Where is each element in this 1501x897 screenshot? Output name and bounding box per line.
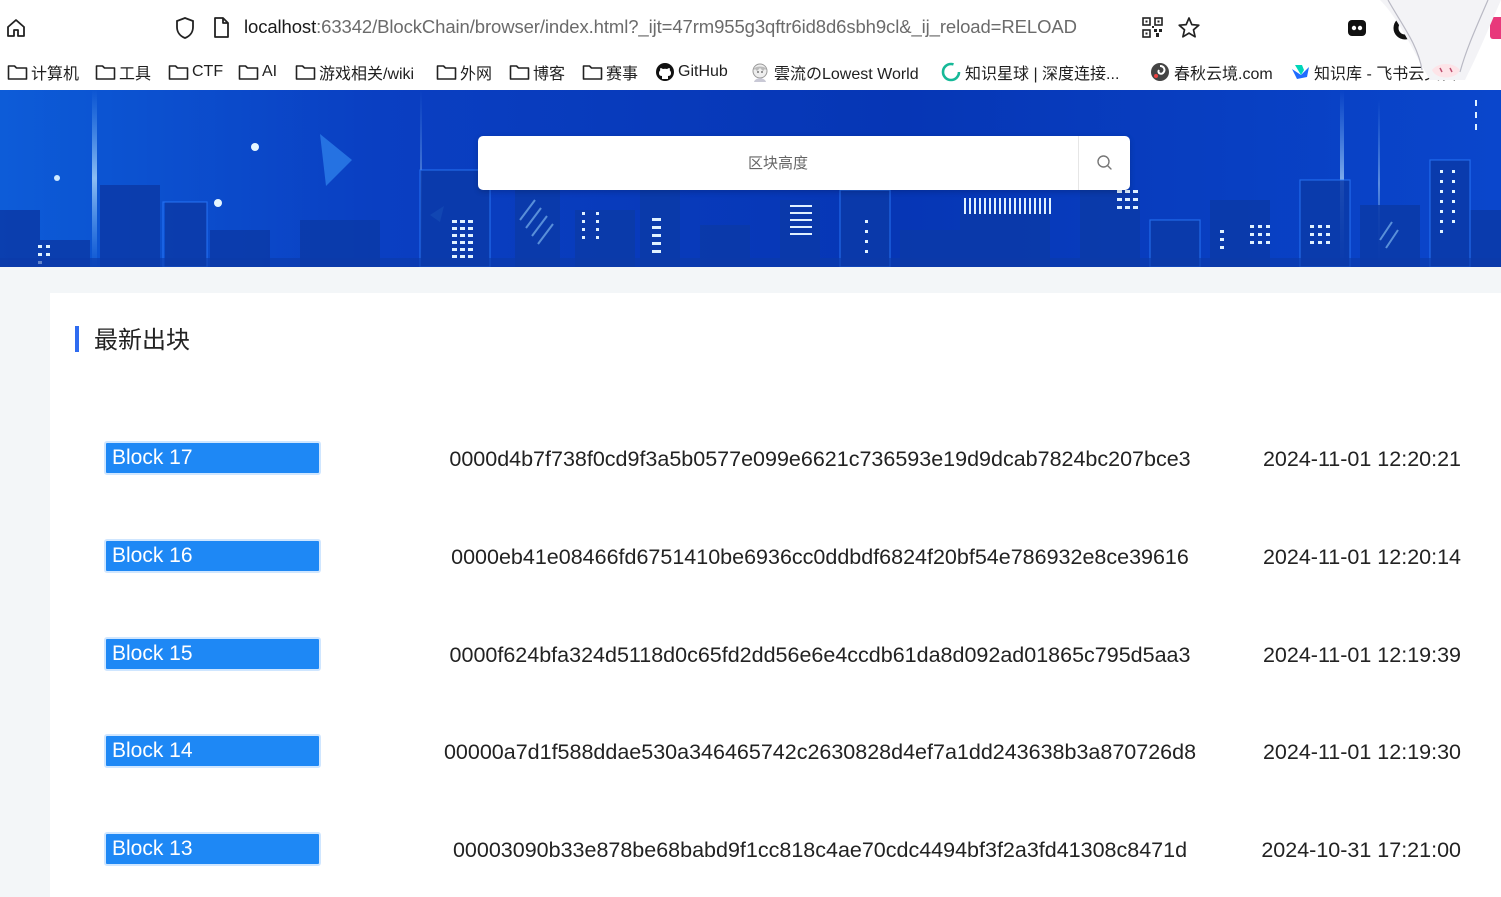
- bookmark-ichunqiu[interactable]: 春秋云境.com: [1149, 60, 1273, 84]
- block-hash: 00003090b33e878be68babd9f1cc818c4ae70cdc…: [452, 838, 1188, 862]
- bookmark-label: CTF: [192, 63, 224, 80]
- bookmark-label: 外网: [460, 66, 493, 83]
- url-host: localhost: [244, 16, 317, 37]
- folder-icon: [7, 65, 28, 80]
- github-icon: [656, 63, 674, 81]
- bookmark-label: GitHub: [678, 63, 728, 80]
- page-icon[interactable]: [211, 16, 231, 40]
- block-button[interactable]: Block 14: [104, 734, 321, 768]
- bookmark-folder-contests[interactable]: 赛事: [582, 60, 638, 84]
- feishu-icon: [1292, 65, 1309, 79]
- folder-icon: [168, 65, 189, 80]
- block-timestamp: 2024-11-01 12:19:39: [1262, 643, 1461, 667]
- search-button[interactable]: [1078, 136, 1131, 190]
- folder-icon: [238, 65, 259, 80]
- folder-icon: [295, 65, 316, 80]
- bookmark-label: 游戏相关/wiki: [319, 66, 415, 83]
- bookmark-label: 春秋云境.com: [1174, 66, 1273, 83]
- block-button[interactable]: Block 13: [104, 832, 321, 866]
- block-row: Block 17 0000d4b7f738f0cd9f3a5b0577e099e…: [50, 440, 1501, 480]
- bookmark-label: 雲流のLowest World: [774, 66, 919, 83]
- bookmark-zsxq[interactable]: 知识星球 | 深度连接...: [940, 60, 1119, 84]
- block-height-search-input[interactable]: [478, 136, 1078, 190]
- bookmarks-bar: 计算机 工具 CTF AI 游戏相关/wiki 外网 博客 赛事 GitHub: [0, 0, 1501, 90]
- folder-icon: [582, 65, 603, 80]
- block-timestamp: 2024-10-31 17:21:00: [1261, 838, 1461, 862]
- bookmark-folder-external[interactable]: 外网: [436, 60, 492, 84]
- block-timestamp: 2024-11-01 12:20:21: [1262, 447, 1461, 471]
- block-button[interactable]: Block 17: [104, 441, 321, 475]
- bookmark-folder-blog[interactable]: 博客: [509, 60, 565, 84]
- block-button[interactable]: Block 15: [104, 637, 321, 671]
- section-title: 最新出块: [94, 326, 190, 354]
- browser-toolbar: localhost:63342/BlockChain/browser/index…: [0, 0, 1501, 54]
- extension-robot-icon[interactable]: [1346, 17, 1368, 39]
- block-row: Block 16 0000eb41e08466fd6751410be6936cc…: [50, 538, 1501, 578]
- block-timestamp: 2024-11-01 12:20:14: [1262, 545, 1461, 569]
- url-path: :63342/BlockChain/browser/index.html?_ij…: [316, 16, 1077, 37]
- folder-icon: [436, 65, 457, 80]
- block-row: Block 13 00003090b33e878be68babd9f1cc818…: [50, 831, 1501, 871]
- block-row: Block 14 00000a7d1f588ddae530a346465742c…: [50, 733, 1501, 773]
- anime-avatar-icon: [752, 63, 768, 82]
- block-timestamp: 2024-11-01 12:19:30: [1262, 740, 1461, 764]
- bookmark-folder-computer[interactable]: 计算机: [7, 60, 79, 84]
- anime-character-decoration: [1380, 0, 1501, 80]
- hero-banner: [0, 90, 1501, 267]
- bookmark-label: AI: [262, 63, 278, 80]
- section-title-accent: [75, 326, 79, 352]
- block-row: Block 15 0000f624bfa324d5118d0c65fd2dd56…: [50, 636, 1501, 676]
- green-ring-icon: [941, 62, 961, 82]
- bookmark-folder-games[interactable]: 游戏相关/wiki: [295, 60, 414, 84]
- block-hash: 0000d4b7f738f0cd9f3a5b0577e099e6621c7365…: [449, 447, 1191, 471]
- folder-icon: [509, 65, 530, 80]
- address-bar[interactable]: localhost:63342/BlockChain/browser/index…: [244, 14, 1129, 40]
- shield-icon[interactable]: [174, 16, 196, 40]
- bookmark-label: 赛事: [606, 66, 639, 83]
- bookmark-blog-lowest-world[interactable]: 雲流のLowest World: [749, 60, 919, 84]
- block-hash: 0000eb41e08466fd6751410be6936cc0ddbdf682…: [451, 545, 1189, 569]
- folder-icon: [95, 65, 116, 80]
- bookmark-folder-ctf[interactable]: CTF: [168, 60, 223, 84]
- bookmark-github[interactable]: GitHub: [655, 60, 728, 84]
- bookmark-label: 知识星球 | 深度连接...: [965, 66, 1120, 83]
- bookmark-label: 工具: [119, 66, 152, 83]
- bookmark-label: 计算机: [31, 66, 80, 83]
- block-button[interactable]: Block 16: [104, 539, 321, 573]
- bookmark-folder-ai[interactable]: AI: [238, 60, 277, 84]
- bookmark-folder-tools[interactable]: 工具: [95, 60, 151, 84]
- block-search-box: [478, 136, 1130, 190]
- star-bookmark-icon[interactable]: [1177, 16, 1201, 39]
- search-icon: [1097, 155, 1112, 170]
- latest-blocks-card: [50, 293, 1501, 897]
- qr-code-icon[interactable]: [1142, 17, 1163, 38]
- spiral-icon: [1151, 63, 1169, 81]
- block-hash: 00000a7d1f588ddae530a346465742c2630828d4…: [443, 740, 1197, 764]
- bookmark-label: 博客: [533, 66, 566, 83]
- home-icon[interactable]: [5, 17, 27, 39]
- block-hash: 0000f624bfa324d5118d0c65fd2dd56e6e4ccdb6…: [449, 643, 1191, 667]
